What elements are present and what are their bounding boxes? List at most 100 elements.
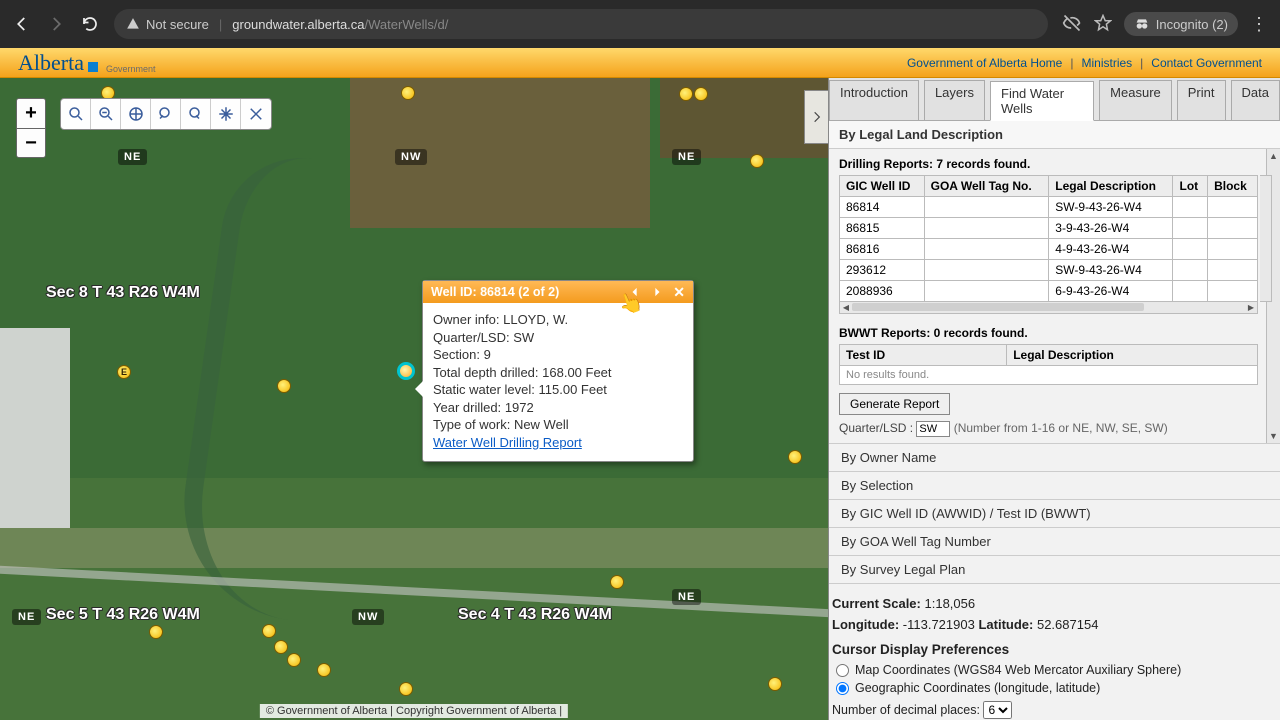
table-row[interactable]: 20889366-9-43-26-W4 bbox=[840, 281, 1258, 302]
well-marker[interactable] bbox=[788, 450, 802, 464]
well-marker[interactable] bbox=[287, 653, 301, 667]
grid-label-ne: NE bbox=[12, 609, 41, 625]
col-legal-desc[interactable]: Legal Description bbox=[1049, 176, 1173, 197]
col-test-id[interactable]: Test ID bbox=[840, 345, 1007, 366]
popup-prev-icon[interactable] bbox=[629, 286, 641, 298]
col-legal-desc[interactable]: Legal Description bbox=[1007, 345, 1258, 366]
cursor-prefs-header: Cursor Display Preferences bbox=[828, 634, 1268, 661]
drilling-reports-count: Drilling Reports: 7 records found. bbox=[839, 153, 1258, 175]
well-marker[interactable] bbox=[768, 677, 782, 691]
bwwt-empty: No results found. bbox=[840, 366, 1258, 385]
browser-chrome: Not secure | groundwater.alberta.ca/Wate… bbox=[0, 0, 1280, 48]
zoom-out-button[interactable]: − bbox=[16, 128, 46, 158]
reload-button[interactable] bbox=[80, 14, 100, 34]
search-by-goa[interactable]: By GOA Well Tag Number bbox=[829, 527, 1280, 555]
search-by-gic[interactable]: By GIC Well ID (AWWID) / Test ID (BWWT) bbox=[829, 499, 1280, 527]
quarter-lsd-row: Quarter/LSD : (Number from 1-16 or NE, N… bbox=[839, 421, 1258, 437]
address-bar[interactable]: Not secure | groundwater.alberta.ca/Wate… bbox=[114, 9, 1048, 39]
table-row[interactable]: 868164-9-43-26-W4 bbox=[840, 239, 1258, 260]
link-ministries[interactable]: Ministries bbox=[1081, 56, 1132, 70]
zoom-box-tool[interactable] bbox=[91, 99, 121, 129]
map-canvas[interactable]: + − E NE bbox=[0, 78, 828, 720]
well-marker[interactable] bbox=[694, 87, 708, 101]
well-info-popup: Well ID: 86814 (2 of 2) ✕ Owner info: LL… bbox=[422, 280, 694, 462]
tab-find-water-wells[interactable]: Find Water Wells bbox=[990, 81, 1094, 121]
well-marker[interactable] bbox=[679, 87, 693, 101]
col-block[interactable]: Block bbox=[1208, 176, 1258, 197]
panel-tabs: Introduction Layers Find Water Wells Mea… bbox=[829, 78, 1280, 121]
map-toolbar bbox=[60, 98, 272, 130]
link-contact-gov[interactable]: Contact Government bbox=[1151, 56, 1262, 70]
well-marker[interactable] bbox=[277, 379, 291, 393]
zoom-in-button[interactable]: + bbox=[16, 98, 46, 128]
identify-tool[interactable] bbox=[61, 99, 91, 129]
table-row[interactable]: 293612SW-9-43-26-W4 bbox=[840, 260, 1258, 281]
well-marker[interactable] bbox=[401, 86, 415, 100]
search-mode-list: By Owner Name By Selection By GIC Well I… bbox=[829, 443, 1280, 584]
well-marker[interactable] bbox=[274, 640, 288, 654]
zoom-controls: + − bbox=[16, 98, 46, 158]
generate-report-button[interactable]: Generate Report bbox=[839, 393, 950, 415]
selected-well-marker[interactable] bbox=[397, 362, 415, 380]
tab-data[interactable]: Data bbox=[1231, 80, 1280, 120]
well-marker[interactable] bbox=[399, 682, 413, 696]
grid-label-nw: NW bbox=[352, 609, 384, 625]
pan-tool[interactable] bbox=[211, 99, 241, 129]
forward-button[interactable] bbox=[46, 14, 66, 34]
full-extent-tool[interactable] bbox=[121, 99, 151, 129]
tab-layers[interactable]: Layers bbox=[924, 80, 985, 120]
panel-toggle-button[interactable] bbox=[804, 90, 828, 144]
well-marker[interactable] bbox=[610, 575, 624, 589]
well-marker[interactable] bbox=[317, 663, 331, 677]
table-row[interactable]: 86814SW-9-43-26-W4 bbox=[840, 197, 1258, 218]
section-label: Sec 5 T 43 R26 W4M bbox=[46, 606, 200, 624]
back-button[interactable] bbox=[12, 14, 32, 34]
section-label: Sec 4 T 43 R26 W4M bbox=[458, 606, 612, 624]
side-panel: Introduction Layers Find Water Wells Mea… bbox=[828, 78, 1280, 720]
alberta-logo[interactable]: Alberta Government bbox=[18, 50, 156, 76]
col-lot[interactable]: Lot bbox=[1173, 176, 1208, 197]
tab-print[interactable]: Print bbox=[1177, 80, 1226, 120]
tab-introduction[interactable]: Introduction bbox=[829, 80, 919, 120]
pref-map-coords[interactable]: Map Coordinates (WGS84 Web Mercator Auxi… bbox=[828, 661, 1268, 679]
table-scrollbar[interactable] bbox=[1260, 175, 1272, 302]
search-by-survey[interactable]: By Survey Legal Plan bbox=[829, 555, 1280, 584]
table-row[interactable]: 868153-9-43-26-W4 bbox=[840, 218, 1258, 239]
bwwt-table: Test ID Legal Description No results fou… bbox=[839, 344, 1258, 385]
pref-geo-coords[interactable]: Geographic Coordinates (longitude, latit… bbox=[828, 679, 1268, 697]
tab-measure[interactable]: Measure bbox=[1099, 80, 1172, 120]
grid-label-nw: NW bbox=[395, 149, 427, 165]
star-icon[interactable] bbox=[1094, 14, 1112, 35]
popup-next-icon[interactable] bbox=[651, 286, 663, 298]
drilling-report-link[interactable]: Water Well Drilling Report bbox=[433, 435, 582, 450]
clear-tool[interactable] bbox=[241, 99, 271, 129]
link-gov-home[interactable]: Government of Alberta Home bbox=[907, 56, 1062, 70]
search-by-owner[interactable]: By Owner Name bbox=[829, 443, 1280, 471]
eye-off-icon[interactable] bbox=[1062, 13, 1082, 36]
col-goa-tag[interactable]: GOA Well Tag No. bbox=[924, 176, 1049, 197]
drilling-reports-table: GIC Well ID GOA Well Tag No. Legal Descr… bbox=[839, 175, 1258, 302]
prev-extent-tool[interactable] bbox=[151, 99, 181, 129]
grid-label-ne: NE bbox=[118, 149, 147, 165]
well-marker[interactable] bbox=[262, 624, 276, 638]
quarter-lsd-input[interactable] bbox=[916, 421, 950, 437]
well-marker[interactable]: E bbox=[117, 365, 131, 379]
next-extent-tool[interactable] bbox=[181, 99, 211, 129]
col-gic-well-id[interactable]: GIC Well ID bbox=[840, 176, 925, 197]
kebab-menu-icon[interactable]: ⋮ bbox=[1250, 14, 1268, 35]
table-hscroll[interactable]: ◀▶ bbox=[839, 302, 1258, 314]
search-mode-legal[interactable]: By Legal Land Description bbox=[829, 121, 1280, 149]
not-secure-text: Not secure bbox=[146, 17, 209, 32]
site-header: Alberta Government Government of Alberta… bbox=[0, 48, 1280, 78]
url-text: groundwater.alberta.ca/WaterWells/d/ bbox=[232, 17, 448, 32]
popup-close-icon[interactable]: ✕ bbox=[673, 285, 685, 299]
gov-links: Government of Alberta Home| Ministries| … bbox=[907, 56, 1262, 70]
bwwt-reports-count: BWWT Reports: 0 records found. bbox=[839, 322, 1258, 344]
search-by-selection[interactable]: By Selection bbox=[829, 471, 1280, 499]
decimal-places-select[interactable]: 6 bbox=[983, 701, 1012, 719]
security-warning: Not secure bbox=[126, 17, 209, 32]
current-scale-value: 1:18,056 bbox=[925, 596, 976, 611]
well-marker[interactable] bbox=[750, 154, 764, 168]
well-marker[interactable] bbox=[149, 625, 163, 639]
incognito-indicator[interactable]: Incognito (2) bbox=[1124, 12, 1238, 36]
